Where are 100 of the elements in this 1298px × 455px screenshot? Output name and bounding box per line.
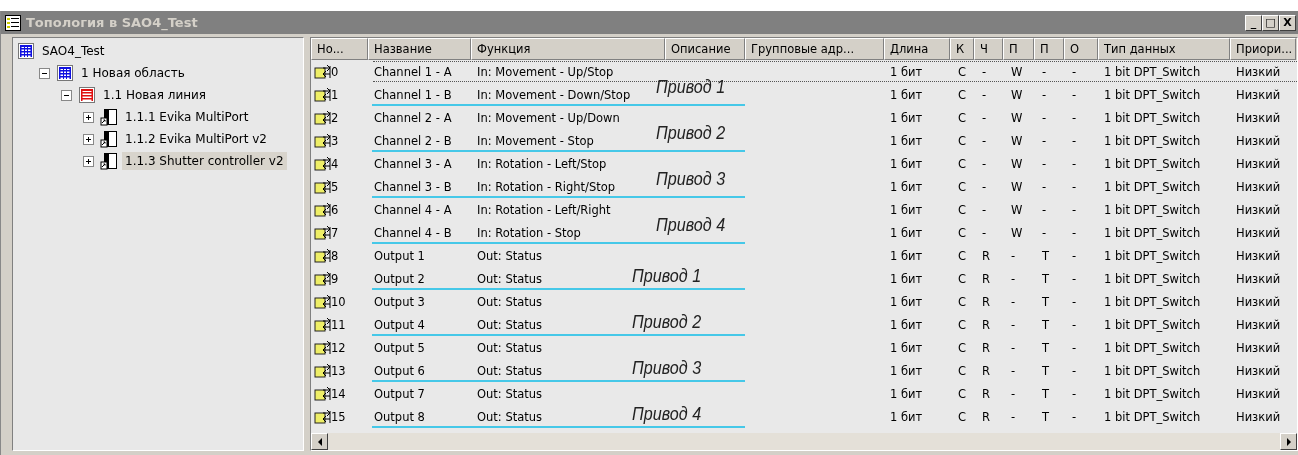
group-object-icon — [314, 316, 331, 333]
horizontal-scrollbar[interactable] — [311, 433, 1297, 450]
flag-cell: - — [982, 87, 987, 102]
group-object-icon — [314, 178, 331, 195]
data-type-cell: 1 bit DPT_Switch — [1104, 133, 1201, 148]
flag-cell: C — [958, 294, 967, 309]
flag-cell: - — [1072, 317, 1077, 332]
tree-item[interactable]: SAO4_Test — [39, 42, 108, 60]
column-header[interactable]: П — [1003, 38, 1034, 60]
flag-cell: - — [1042, 87, 1047, 102]
function-cell: Out: Status — [477, 363, 543, 378]
maximize-button[interactable]: □ — [1262, 14, 1279, 31]
column-header[interactable]: П — [1034, 38, 1064, 60]
group-object-icon — [314, 408, 331, 425]
tree-item[interactable]: 1.1.3 Shutter controller v2 — [122, 152, 287, 170]
data-type-cell: 1 bit DPT_Switch — [1104, 340, 1201, 355]
column-header[interactable]: К — [950, 38, 974, 60]
length-cell: 1 бит — [890, 294, 923, 309]
tree-item[interactable]: 1.1.1 Evika MultiPort — [122, 108, 252, 126]
group-object-icon — [314, 155, 331, 172]
expand-toggle-icon[interactable] — [83, 133, 94, 145]
name-cell: Channel 1 - B — [374, 87, 452, 102]
column-header[interactable]: Приори... — [1230, 38, 1296, 60]
object-number: 0 — [331, 64, 339, 79]
group-object-icon — [314, 385, 331, 402]
group-object-icon — [314, 86, 331, 103]
minimize-button[interactable]: _ — [1245, 14, 1262, 31]
length-cell: 1 бит — [890, 340, 923, 355]
tree-item[interactable]: 1.1 Новая линия — [100, 86, 210, 104]
column-header[interactable]: Длина — [884, 38, 950, 60]
flag-cell: C — [958, 248, 967, 263]
tree-item[interactable]: 1 Новая область — [78, 64, 188, 82]
flag-cell: - — [1011, 317, 1016, 332]
scroll-left-button[interactable] — [311, 433, 328, 450]
flag-cell: - — [1072, 340, 1077, 355]
flag-cell: - — [1011, 294, 1016, 309]
flag-cell: W — [1011, 64, 1023, 79]
flag-cell: - — [1072, 409, 1077, 424]
data-type-cell: 1 bit DPT_Switch — [1104, 271, 1201, 286]
name-cell: Channel 4 - A — [374, 202, 452, 217]
tree-item[interactable]: 1.1.2 Evika MultiPort v2 — [122, 130, 270, 148]
expand-toggle-icon[interactable] — [83, 155, 94, 167]
column-header[interactable]: О — [1064, 38, 1098, 60]
name-cell: Channel 3 - B — [374, 179, 452, 194]
priority-cell: Низкий — [1236, 133, 1281, 148]
group-object-icon — [314, 201, 331, 218]
group-object-icon — [314, 362, 331, 379]
window-title: Топология в SAO4_Test — [26, 15, 199, 30]
length-cell: 1 бит — [890, 271, 923, 286]
function-cell: Out: Status — [477, 271, 543, 286]
data-type-cell: 1 bit DPT_Switch — [1104, 202, 1201, 217]
group-object-icon — [314, 247, 331, 264]
flag-cell: - — [1072, 64, 1077, 79]
column-header[interactable]: Ч — [974, 38, 1003, 60]
flag-cell: C — [958, 340, 967, 355]
group-object-icon — [314, 270, 331, 287]
name-cell: Output 2 — [374, 271, 425, 286]
flag-cell: - — [1011, 386, 1016, 401]
function-cell: Out: Status — [477, 340, 543, 355]
flag-cell: T — [1042, 271, 1050, 286]
annotation-label: Привод 1 — [632, 265, 702, 287]
topology-icon — [5, 14, 21, 31]
collapse-toggle-icon[interactable] — [61, 89, 72, 101]
flag-cell: R — [982, 363, 990, 378]
column-header[interactable]: Название — [368, 38, 471, 60]
function-cell: Out: Status — [477, 317, 543, 332]
flag-cell: C — [958, 225, 967, 240]
flag-cell: - — [982, 64, 987, 79]
flag-cell: R — [982, 248, 990, 263]
data-type-cell: 1 bit DPT_Switch — [1104, 317, 1201, 332]
length-cell: 1 бит — [890, 225, 923, 240]
column-header[interactable]: Описание — [665, 38, 745, 60]
flag-cell: C — [958, 317, 967, 332]
priority-cell: Низкий — [1236, 409, 1281, 424]
data-type-cell: 1 bit DPT_Switch — [1104, 64, 1201, 79]
object-number: 6 — [331, 202, 339, 217]
group-object-icon — [314, 293, 331, 310]
length-cell: 1 бит — [890, 363, 923, 378]
flag-cell: W — [1011, 225, 1023, 240]
collapse-toggle-icon[interactable] — [39, 67, 50, 79]
flag-cell: - — [1072, 110, 1077, 125]
length-cell: 1 бит — [890, 202, 923, 217]
length-cell: 1 бит — [890, 110, 923, 125]
flag-cell: T — [1042, 248, 1050, 263]
flag-cell: - — [1011, 248, 1016, 263]
expand-toggle-icon[interactable] — [83, 111, 94, 123]
priority-cell: Низкий — [1236, 179, 1281, 194]
scroll-right-button[interactable] — [1280, 433, 1297, 450]
close-button[interactable]: X — [1279, 14, 1296, 31]
column-header[interactable]: Функция — [471, 38, 665, 60]
device-icon — [100, 152, 118, 170]
flag-cell: T — [1042, 294, 1050, 309]
column-header[interactable]: Но... — [311, 38, 368, 60]
priority-cell: Низкий — [1236, 87, 1281, 102]
data-type-cell: 1 bit DPT_Switch — [1104, 87, 1201, 102]
object-number: 5 — [331, 179, 339, 194]
column-header[interactable]: Тип данных — [1098, 38, 1230, 60]
object-number: 1 — [331, 87, 339, 102]
flag-cell: T — [1042, 340, 1050, 355]
column-header[interactable]: Групповые адр... — [745, 38, 884, 60]
